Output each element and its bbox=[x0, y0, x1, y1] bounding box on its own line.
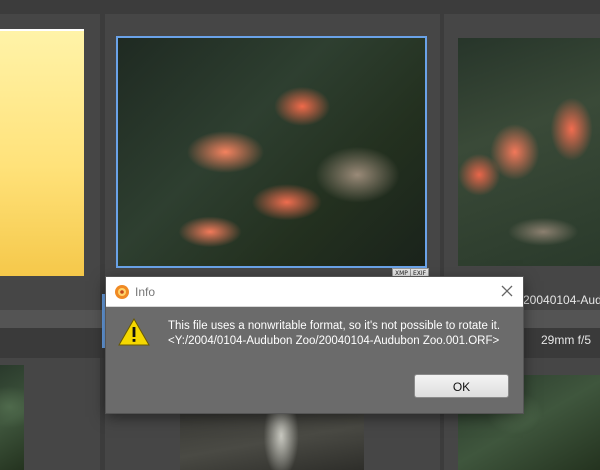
selection-outline bbox=[116, 36, 427, 268]
waterfall-thumbnail-image[interactable] bbox=[180, 413, 364, 470]
yellow-thumbnail-image[interactable] bbox=[0, 29, 84, 276]
exif-text: 29mm f/5 bbox=[541, 333, 592, 347]
filename-text: 20040104-Audu bbox=[523, 293, 600, 307]
dialog-message-line-2: <Y:/2004/0104-Audubon Zoo/20040104-Audub… bbox=[168, 335, 500, 347]
app-logo-icon bbox=[115, 285, 129, 299]
ok-button[interactable]: OK bbox=[414, 374, 509, 398]
green-thumbnail-image[interactable] bbox=[0, 365, 24, 470]
selected-column-strip bbox=[102, 294, 105, 348]
warning-icon bbox=[118, 317, 150, 346]
flamingo-right-thumbnail-image[interactable] bbox=[458, 38, 600, 266]
dialog-titlebar[interactable]: Info bbox=[106, 277, 523, 307]
info-dialog: Info This file uses a nonwritable format… bbox=[106, 277, 523, 413]
close-icon[interactable] bbox=[498, 282, 516, 300]
dialog-title: Info bbox=[135, 285, 156, 299]
dialog-message-line-1: This file uses a nonwritable format, so … bbox=[168, 320, 501, 332]
